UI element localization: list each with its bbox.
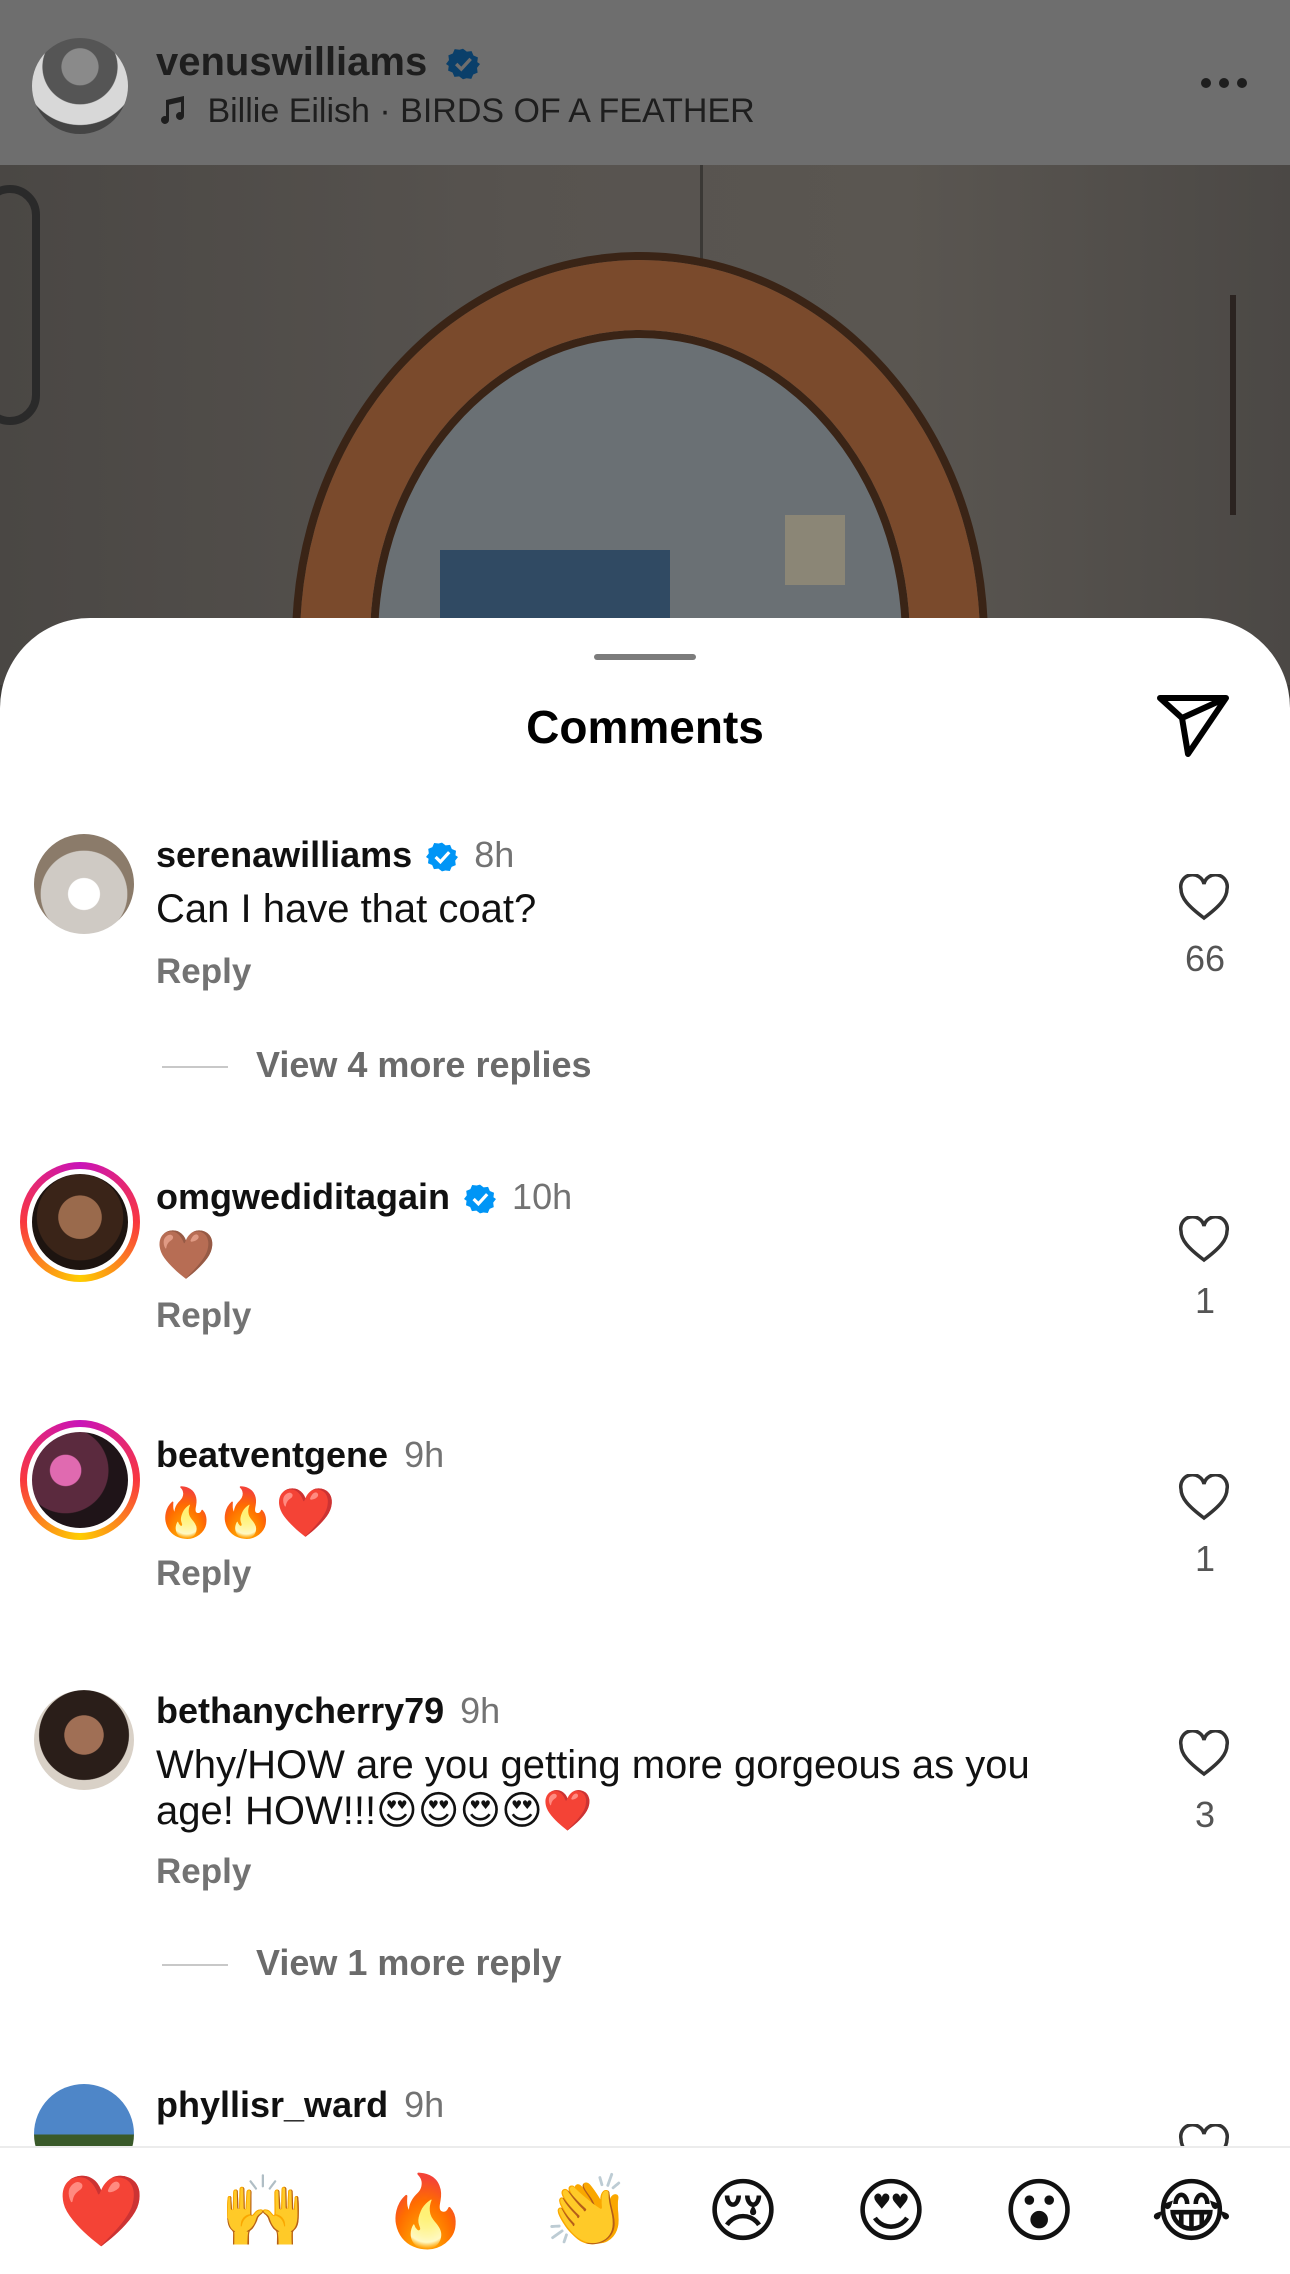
- post-author-username[interactable]: venuswilliams: [156, 40, 427, 84]
- post-author-avatar[interactable]: [32, 38, 128, 134]
- comment-item: beatventgene 9h 🔥🔥❤️ Reply 1: [0, 1420, 1290, 1614]
- comment-text: 🔥🔥❤️: [156, 1487, 336, 1540]
- comment-time: 8h: [474, 834, 515, 875]
- comment-meta: bethanycherry79 9h: [156, 1690, 500, 1732]
- reply-button[interactable]: Reply: [156, 952, 251, 992]
- comment-username[interactable]: beatventgene: [156, 1434, 388, 1475]
- comment-item: bethanycherry79 9h Why/HOW are you getti…: [0, 1690, 1290, 1990]
- post-author[interactable]: venuswilliams: [156, 40, 481, 85]
- post-image[interactable]: [0, 165, 1290, 685]
- verified-badge-icon: [464, 1185, 497, 1214]
- reaction-heart[interactable]: ❤️: [58, 2171, 145, 2251]
- music-note-icon: [161, 96, 184, 124]
- comment-text: 🤎: [156, 1229, 216, 1282]
- comment-meta: omgwediditagain 10h: [156, 1176, 572, 1218]
- comment-username[interactable]: bethanycherry79: [156, 1690, 444, 1731]
- share-icon[interactable]: [1154, 690, 1232, 760]
- heart-icon[interactable]: [1178, 874, 1230, 922]
- quick-reactions-bar: ❤️ 🙌 🔥 👏 😢 😍 😮 😂: [0, 2146, 1290, 2274]
- wall-decoration: [0, 185, 40, 425]
- reply-button[interactable]: Reply: [156, 1554, 251, 1594]
- plant: [1230, 295, 1290, 515]
- reaction-fire[interactable]: 🔥: [382, 2171, 469, 2251]
- heart-icon[interactable]: [1178, 1474, 1230, 1522]
- comments-sheet: Comments serenawilliams 8h Can I have th…: [0, 618, 1290, 2274]
- comment-text: Can I have that coat?: [156, 887, 537, 931]
- view-more-label: View 1 more reply: [256, 1942, 562, 1983]
- post-header: venuswilliams Billie Eilish · BIRDS OF A…: [0, 0, 1290, 165]
- drag-handle[interactable]: [594, 654, 696, 660]
- comment-meta: phyllisr_ward 9h: [156, 2084, 444, 2126]
- comment-username[interactable]: phyllisr_ward: [156, 2084, 388, 2125]
- comment-item: serenawilliams 8h Can I have that coat? …: [0, 834, 1290, 1085]
- comment-time: 9h: [404, 2084, 445, 2125]
- avatar[interactable]: [20, 1162, 140, 1282]
- reaction-raised-hands[interactable]: 🙌: [220, 2171, 307, 2251]
- verified-badge-icon: [446, 49, 481, 80]
- avatar[interactable]: [34, 834, 134, 934]
- comment-text: Why/HOW are you getting more gorgeous as…: [156, 1743, 1030, 1833]
- avatar[interactable]: [34, 1690, 134, 1790]
- comment-item: omgwediditagain 10h 🤎 Reply 1: [0, 1162, 1290, 1356]
- verified-badge-icon: [426, 843, 459, 872]
- heart-icon[interactable]: [1178, 1216, 1230, 1264]
- like-count: 1: [1194, 1538, 1216, 1579]
- comment-username[interactable]: serenawilliams: [156, 834, 412, 875]
- like-count: 3: [1194, 1794, 1216, 1835]
- avatar-image: [27, 1169, 133, 1275]
- reaction-laughing[interactable]: 😂: [1151, 2171, 1233, 2251]
- like-count: 1: [1194, 1280, 1216, 1321]
- replies-line: [162, 1066, 228, 1069]
- comment-time: 9h: [404, 1434, 445, 1475]
- like-count: 66: [1184, 938, 1226, 979]
- view-more-label: View 4 more replies: [256, 1044, 592, 1085]
- comment-meta: beatventgene 9h: [156, 1434, 444, 1476]
- post-music-label: Billie Eilish · BIRDS OF A FEATHER: [207, 92, 755, 130]
- replies-line: [162, 1964, 228, 1967]
- reply-button[interactable]: Reply: [156, 1852, 251, 1892]
- reply-button[interactable]: Reply: [156, 1296, 251, 1336]
- comment-time: 10h: [512, 1176, 573, 1217]
- view-more-replies[interactable]: View 4 more replies: [162, 1044, 592, 1086]
- heart-icon[interactable]: [1178, 1730, 1230, 1778]
- comment-username[interactable]: omgwediditagain: [156, 1176, 450, 1217]
- sheet-title: Comments: [526, 701, 764, 753]
- avatar[interactable]: [20, 1420, 140, 1540]
- more-options-icon[interactable]: [1198, 72, 1250, 94]
- post-music[interactable]: Billie Eilish · BIRDS OF A FEATHER: [156, 92, 755, 131]
- comment-time: 9h: [460, 1690, 501, 1731]
- view-more-replies[interactable]: View 1 more reply: [162, 1942, 562, 1984]
- reaction-heart-eyes[interactable]: 😍: [855, 2171, 928, 2251]
- comment-meta: serenawilliams 8h: [156, 834, 514, 876]
- reaction-crying[interactable]: 😢: [706, 2171, 779, 2251]
- reaction-clap[interactable]: 👏: [544, 2171, 631, 2251]
- reaction-surprised[interactable]: 😮: [1003, 2171, 1076, 2251]
- avatar-image: [27, 1427, 133, 1533]
